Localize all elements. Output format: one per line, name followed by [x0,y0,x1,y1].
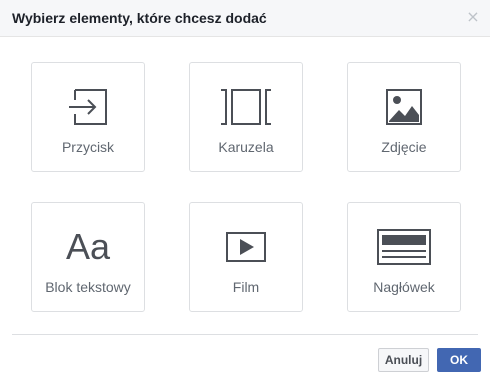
dialog-header: Wybierz elementy, które chcesz dodać × [0,0,490,37]
ok-button[interactable]: OK [437,348,481,372]
tile-label: Przycisk [61,139,115,155]
footer-divider [12,334,478,335]
tile-video[interactable]: Film [189,202,303,312]
tile-label: Karuzela [218,139,274,155]
dialog-title: Wybierz elementy, które chcesz dodać [12,10,267,26]
text-block-icon: Aa [65,226,111,267]
cancel-button[interactable]: Anuluj [378,348,429,372]
tile-button[interactable]: Przycisk [31,62,145,172]
close-icon[interactable]: × [466,9,480,25]
tile-label: Blok tekstowy [45,279,131,295]
tile-header[interactable]: Nagłówek [347,202,461,312]
carousel-icon [190,87,302,127]
tile-image[interactable]: Zdjęcie [347,62,461,172]
button-enter-icon [32,87,144,127]
image-icon [348,87,460,127]
tile-text-block[interactable]: Aa Blok tekstowy [31,202,145,312]
header-icon [348,227,460,267]
tile-label: Zdjęcie [381,139,427,155]
tile-label: Nagłówek [373,279,435,295]
video-icon [190,227,302,267]
tile-label: Film [232,279,260,295]
add-elements-dialog: Wybierz elementy, które chcesz dodać × P… [0,0,490,382]
tile-carousel[interactable]: Karuzela [189,62,303,172]
